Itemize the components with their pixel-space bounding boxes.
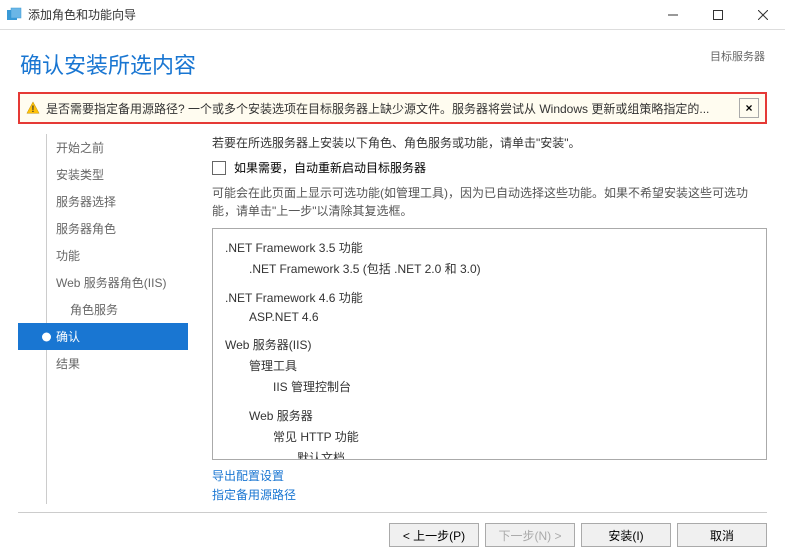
feature-item: 常见 HTTP 功能 bbox=[225, 426, 754, 447]
feature-item: ASP.NET 4.6 bbox=[225, 308, 754, 326]
footer-buttons: < 上一步(P) 下一步(N) > 安装(I) 取消 bbox=[0, 513, 785, 557]
feature-item: IIS 管理控制台 bbox=[225, 376, 754, 397]
sidebar-step-5[interactable]: Web 服务器角色(IIS) bbox=[18, 269, 188, 296]
header: 确认安装所选内容 目标服务器 bbox=[0, 30, 785, 88]
feature-item: Web 服务器 bbox=[225, 405, 754, 426]
warning-banner: ! 是否需要指定备用源路径? 一个或多个安装选项在目标服务器上缺少源文件。服务器… bbox=[18, 92, 767, 124]
description-text: 可能会在此页面上显示可选功能(如管理工具)，因为已自动选择这些功能。如果不希望安… bbox=[212, 184, 767, 220]
warning-icon: ! bbox=[26, 101, 40, 115]
sidebar-step-4[interactable]: 功能 bbox=[18, 242, 188, 269]
main-panel: 若要在所选服务器上安装以下角色、角色服务或功能，请单击"安装"。 如果需要，自动… bbox=[188, 134, 767, 504]
warning-text: 是否需要指定备用源路径? 一个或多个安装选项在目标服务器上缺少源文件。服务器将尝… bbox=[46, 100, 733, 117]
sidebar-step-1[interactable]: 安装类型 bbox=[18, 161, 188, 188]
sidebar-step-7[interactable]: 确认 bbox=[18, 323, 188, 350]
sidebar-step-8[interactable]: 结果 bbox=[18, 350, 188, 377]
close-button[interactable] bbox=[740, 0, 785, 30]
feature-item: 默认文档 bbox=[225, 447, 754, 460]
feature-item: Web 服务器(IIS) bbox=[225, 334, 754, 355]
window-controls bbox=[650, 0, 785, 30]
feature-item: .NET Framework 3.5 (包括 .NET 2.0 和 3.0) bbox=[225, 258, 754, 279]
specify-source-link[interactable]: 指定备用源路径 bbox=[212, 485, 767, 504]
features-list[interactable]: .NET Framework 3.5 功能.NET Framework 3.5 … bbox=[212, 228, 767, 460]
sidebar-step-6[interactable]: 角色服务 bbox=[18, 296, 188, 323]
intro-text: 若要在所选服务器上安装以下角色、角色服务或功能，请单击"安装"。 bbox=[212, 134, 767, 151]
install-button[interactable]: 安装(I) bbox=[581, 523, 671, 547]
target-server-label: 目标服务器 bbox=[710, 48, 765, 64]
content-area: 开始之前安装类型服务器选择服务器角色功能Web 服务器角色(IIS)角色服务确认… bbox=[0, 134, 785, 504]
maximize-button[interactable] bbox=[695, 0, 740, 30]
page-title: 确认安装所选内容 bbox=[20, 48, 196, 80]
warning-close-button[interactable]: × bbox=[739, 98, 759, 118]
export-config-link[interactable]: 导出配置设置 bbox=[212, 466, 767, 485]
sidebar-step-0[interactable]: 开始之前 bbox=[18, 134, 188, 161]
wizard-sidebar: 开始之前安装类型服务器选择服务器角色功能Web 服务器角色(IIS)角色服务确认… bbox=[18, 134, 188, 504]
window-title: 添加角色和功能向导 bbox=[28, 6, 650, 23]
minimize-button[interactable] bbox=[650, 0, 695, 30]
previous-button[interactable]: < 上一步(P) bbox=[389, 523, 479, 547]
feature-item: .NET Framework 3.5 功能 bbox=[225, 237, 754, 258]
checkbox-icon bbox=[212, 161, 226, 175]
app-icon bbox=[6, 7, 22, 23]
titlebar: 添加角色和功能向导 bbox=[0, 0, 785, 30]
links: 导出配置设置 指定备用源路径 bbox=[212, 460, 767, 504]
feature-item: 管理工具 bbox=[225, 355, 754, 376]
checkbox-label: 如果需要，自动重新启动目标服务器 bbox=[234, 159, 426, 176]
sidebar-step-3[interactable]: 服务器角色 bbox=[18, 215, 188, 242]
cancel-button[interactable]: 取消 bbox=[677, 523, 767, 547]
sidebar-step-2[interactable]: 服务器选择 bbox=[18, 188, 188, 215]
auto-restart-checkbox[interactable]: 如果需要，自动重新启动目标服务器 bbox=[212, 159, 767, 176]
feature-item: .NET Framework 4.6 功能 bbox=[225, 287, 754, 308]
next-button: 下一步(N) > bbox=[485, 523, 575, 547]
svg-text:!: ! bbox=[32, 104, 35, 114]
